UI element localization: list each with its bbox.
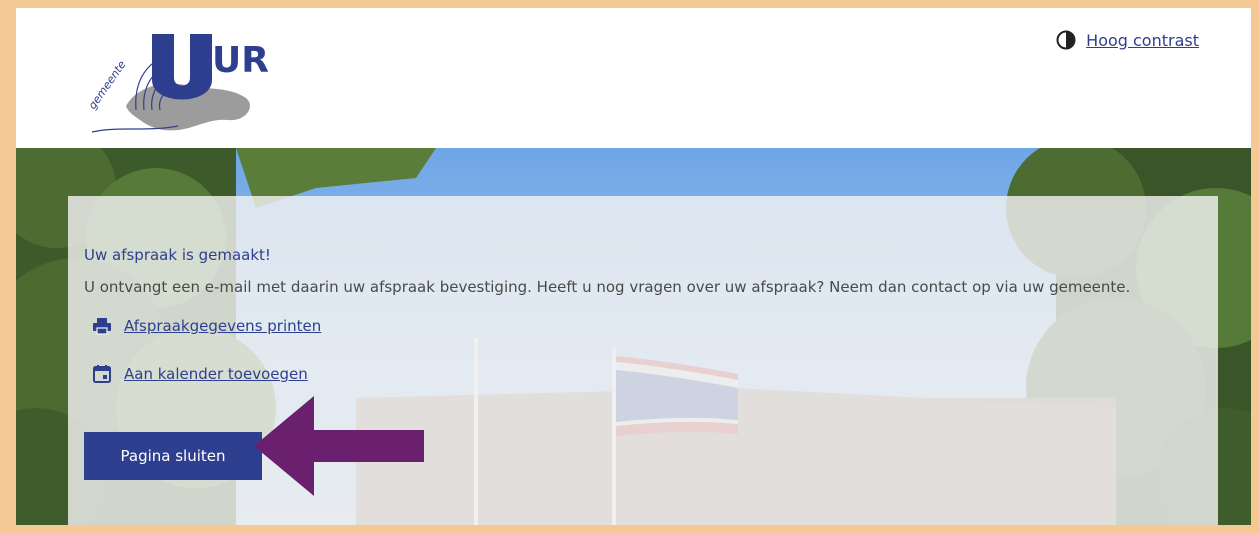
printer-icon — [92, 316, 112, 336]
high-contrast-link[interactable]: Hoog contrast — [1056, 30, 1199, 50]
logo-text: URK — [212, 40, 268, 81]
add-to-calendar-label[interactable]: Aan kalender toevoegen — [124, 365, 308, 383]
hero-background: Uw afspraak is gemaakt! U ontvangt een e… — [16, 148, 1251, 525]
confirmation-panel: Uw afspraak is gemaakt! U ontvangt een e… — [68, 196, 1218, 525]
confirmation-title: Uw afspraak is gemaakt! — [84, 246, 271, 264]
calendar-icon — [92, 364, 112, 384]
logo-subtext: gemeente — [86, 58, 129, 112]
high-contrast-label[interactable]: Hoog contrast — [1086, 31, 1199, 50]
close-page-button[interactable]: Pagina sluiten — [84, 432, 262, 480]
pointer-arrow — [254, 396, 424, 496]
print-appointment-link[interactable]: Afspraakgegevens printen — [92, 316, 321, 336]
urk-logo[interactable]: gemeente URK — [78, 14, 298, 144]
site-header: gemeente URK Hoog contrast — [16, 8, 1251, 148]
print-appointment-label[interactable]: Afspraakgegevens printen — [124, 317, 321, 335]
add-to-calendar-link[interactable]: Aan kalender toevoegen — [92, 364, 308, 384]
contrast-icon — [1056, 30, 1076, 50]
page-frame: gemeente URK Hoog contrast — [8, 8, 1251, 525]
confirmation-message: U ontvangt een e-mail met daarin uw afsp… — [84, 278, 1131, 296]
